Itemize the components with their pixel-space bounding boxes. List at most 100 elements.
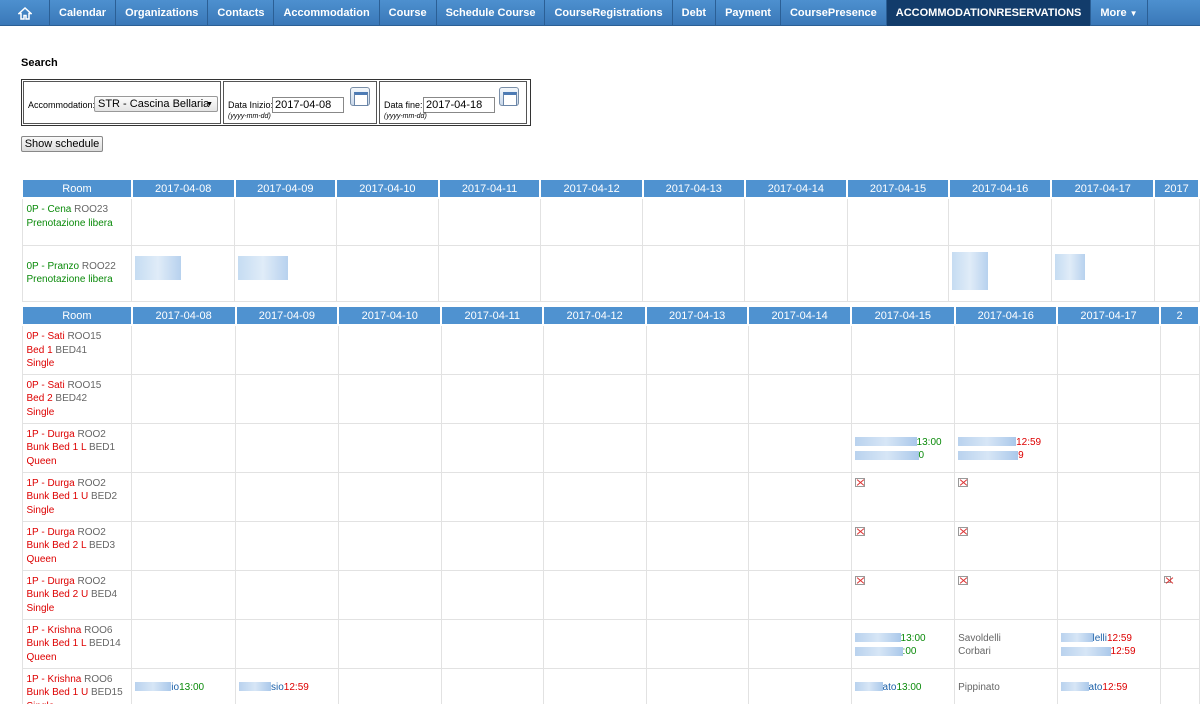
day-cell[interactable]	[747, 520, 852, 571]
accommodation-select[interactable]: STR - Cascina Bellaria ▼	[94, 96, 218, 112]
day-cell[interactable]: ato12:59	[1056, 667, 1161, 704]
end-calendar-icon[interactable]	[499, 87, 519, 106]
day-cell[interactable]	[1159, 618, 1200, 669]
nav-course-presence[interactable]: CoursePresence	[781, 0, 887, 26]
day-cell[interactable]	[542, 667, 647, 704]
broken-image-icon[interactable]	[854, 526, 865, 536]
day-cell[interactable]	[645, 520, 749, 571]
day-cell[interactable]	[335, 244, 440, 302]
day-cell[interactable]	[645, 618, 749, 669]
day-cell[interactable]	[747, 324, 852, 375]
day-cell[interactable]	[440, 373, 544, 424]
day-cell[interactable]	[542, 324, 647, 375]
start-calendar-icon[interactable]	[350, 87, 370, 106]
day-cell[interactable]	[234, 197, 337, 246]
day-cell[interactable]	[131, 618, 236, 669]
day-cell[interactable]	[234, 244, 337, 302]
day-cell[interactable]	[337, 422, 442, 473]
redacted-reservation[interactable]	[238, 255, 288, 280]
day-cell[interactable]	[642, 197, 746, 246]
broken-image-icon[interactable]	[958, 575, 969, 585]
broken-image-icon[interactable]	[854, 575, 865, 585]
day-cell[interactable]: Pippinato	[954, 667, 1058, 704]
day-cell[interactable]	[1153, 244, 1200, 302]
day-cell[interactable]	[645, 667, 749, 704]
day-cell[interactable]	[1056, 422, 1161, 473]
day-cell[interactable]	[1159, 422, 1200, 473]
day-cell[interactable]	[850, 569, 956, 620]
day-cell[interactable]	[440, 324, 544, 375]
day-cell[interactable]	[440, 618, 544, 669]
day-cell[interactable]	[846, 197, 950, 246]
day-cell[interactable]	[645, 471, 749, 522]
day-cell[interactable]: 12:59 9	[954, 422, 1058, 473]
day-cell[interactable]	[337, 569, 442, 620]
broken-image-icon[interactable]	[1163, 575, 1171, 583]
day-cell[interactable]	[440, 569, 544, 620]
day-cell[interactable]	[948, 244, 1052, 302]
day-cell[interactable]	[440, 471, 544, 522]
day-cell[interactable]	[335, 197, 440, 246]
day-cell[interactable]	[645, 569, 749, 620]
day-cell[interactable]	[1159, 569, 1200, 620]
reservation-entry[interactable]: ato12:59	[1060, 669, 1157, 694]
reservation-entry[interactable]: ato13:00	[854, 669, 952, 694]
nav-calendar[interactable]: Calendar	[50, 0, 117, 26]
day-cell[interactable]	[131, 373, 236, 424]
day-cell[interactable]	[744, 197, 848, 246]
day-cell[interactable]	[337, 520, 442, 571]
day-cell[interactable]	[747, 618, 852, 669]
day-cell[interactable]	[235, 520, 339, 571]
broken-image-icon[interactable]	[854, 477, 865, 487]
day-cell[interactable]	[438, 244, 541, 302]
nav-contacts[interactable]: Contacts	[208, 0, 275, 26]
broken-image-icon[interactable]	[958, 526, 969, 536]
day-cell[interactable]	[645, 373, 749, 424]
redacted-reservation[interactable]	[135, 255, 182, 280]
reservation-entry[interactable]: 12:59 9	[958, 424, 1053, 463]
day-cell[interactable]	[1056, 520, 1161, 571]
day-cell[interactable]	[850, 520, 956, 571]
day-cell[interactable]	[850, 324, 956, 375]
day-cell[interactable]	[235, 471, 339, 522]
day-cell[interactable]	[948, 197, 1052, 246]
day-cell[interactable]	[747, 422, 852, 473]
day-cell[interactable]	[542, 520, 647, 571]
day-cell[interactable]	[235, 324, 339, 375]
day-cell[interactable]	[131, 244, 235, 302]
day-cell[interactable]	[1050, 244, 1155, 302]
day-cell[interactable]	[440, 422, 544, 473]
nav-more-menu[interactable]: More ▼	[1091, 0, 1148, 26]
reservation-entry[interactable]: 13:00:00	[854, 620, 952, 659]
reservation-entry[interactable]: lelli12:59 12:59	[1060, 620, 1157, 659]
day-cell[interactable]	[440, 520, 544, 571]
day-cell[interactable]	[744, 244, 848, 302]
day-cell[interactable]	[645, 324, 749, 375]
nav-course-registrations[interactable]: CourseRegistrations	[545, 0, 673, 26]
nav-accommodation[interactable]: Accommodation	[274, 0, 380, 26]
day-cell[interactable]	[747, 667, 852, 704]
day-cell[interactable]	[954, 520, 1058, 571]
day-cell[interactable]	[954, 373, 1058, 424]
day-cell[interactable]	[337, 667, 442, 704]
day-cell[interactable]	[1159, 520, 1200, 571]
end-date-input[interactable]: 2017-04-18	[423, 97, 495, 113]
redacted-reservation[interactable]	[952, 251, 989, 290]
day-cell[interactable]: lelli12:59 12:59	[1056, 618, 1161, 669]
nav-course[interactable]: Course	[380, 0, 437, 26]
day-cell[interactable]	[337, 471, 442, 522]
broken-image-icon[interactable]	[958, 477, 969, 487]
day-cell[interactable]	[1159, 667, 1200, 704]
day-cell[interactable]	[131, 520, 236, 571]
day-cell[interactable]	[1056, 324, 1161, 375]
day-cell[interactable]	[539, 197, 644, 246]
day-cell[interactable]	[235, 618, 339, 669]
day-cell[interactable]	[131, 471, 236, 522]
day-cell[interactable]	[1056, 471, 1161, 522]
day-cell[interactable]	[337, 324, 442, 375]
day-cell[interactable]: ato13:00	[850, 667, 956, 704]
day-cell[interactable]	[1159, 324, 1200, 375]
nav-accommodation-reservations[interactable]: ACCOMMODATIONRESERVATIONS	[886, 0, 1092, 26]
start-date-input[interactable]: 2017-04-08	[272, 97, 344, 113]
day-cell[interactable]	[337, 618, 442, 669]
